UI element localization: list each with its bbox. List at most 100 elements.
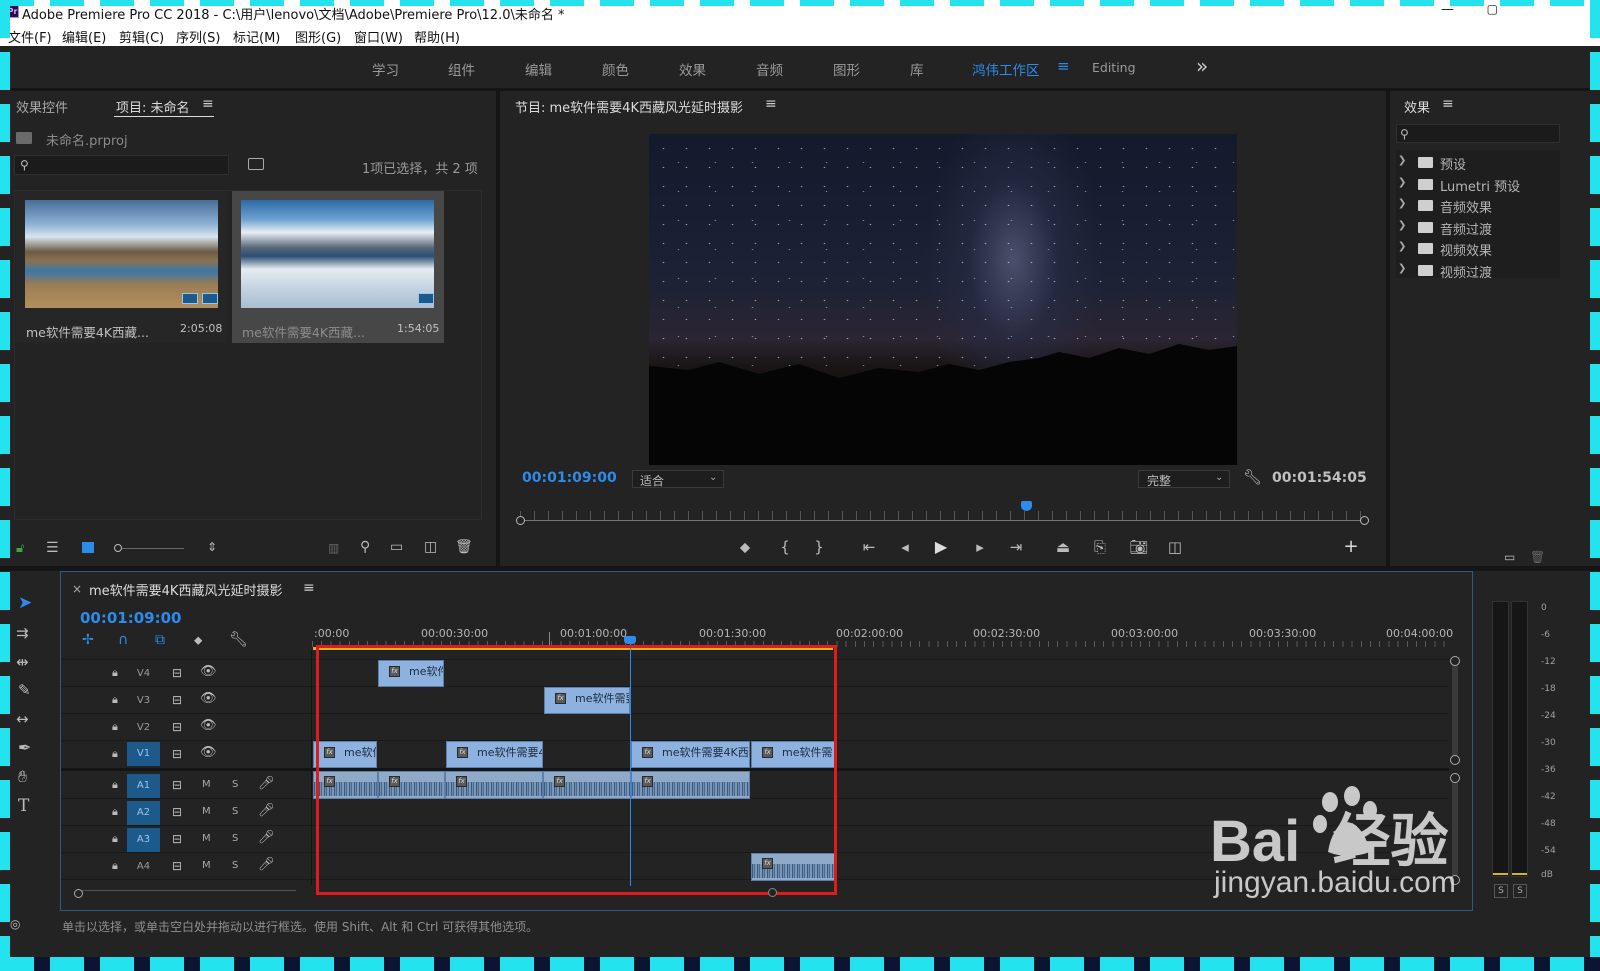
snap-magnet-icon[interactable]: ∩ <box>118 633 128 647</box>
sync-lock-icon[interactable]: ⊟ <box>172 778 182 792</box>
workspace-libraries[interactable]: 库 <box>910 59 924 79</box>
new-item-icon[interactable]: ◫ <box>424 540 437 554</box>
find-icon[interactable]: ⚲ <box>360 540 370 554</box>
scrubber-end-handle[interactable] <box>1360 516 1369 525</box>
zoom-slider[interactable] <box>122 548 184 549</box>
track-v1[interactable]: V1 <box>127 742 160 766</box>
icon-view-icon[interactable] <box>82 542 94 553</box>
linked-selection-icon[interactable]: ⧉ <box>155 633 165 647</box>
go-to-in-icon[interactable]: ⇤ <box>858 536 880 558</box>
nest-icon[interactable]: ✢ <box>82 633 94 647</box>
menu-help[interactable]: 帮助(H) <box>414 27 460 46</box>
project-search-input[interactable] <box>14 155 229 175</box>
button-editor-plus-icon[interactable]: + <box>1340 536 1362 558</box>
microphone-icon[interactable]: 🎤︎ <box>258 777 275 791</box>
tab-project[interactable]: 项目: 未命名 <box>116 97 190 116</box>
type-tool-icon[interactable]: T <box>18 798 29 815</box>
scroll-handle[interactable] <box>1450 755 1460 765</box>
lock-track-icon[interactable]: 🔒︎ <box>112 832 118 846</box>
video-vertical-scrollbar[interactable] <box>1452 660 1458 760</box>
track-a1[interactable]: A1 <box>127 774 160 798</box>
sync-lock-icon[interactable]: ⊟ <box>172 805 182 819</box>
track-v2[interactable]: V2 <box>127 716 160 740</box>
program-video-frame[interactable] <box>649 134 1237 465</box>
menu-file[interactable]: 文件(F) <box>8 27 52 46</box>
sync-lock-icon[interactable]: ⊟ <box>172 747 182 761</box>
sync-lock-icon[interactable]: ⊟ <box>172 720 182 734</box>
solo-button[interactable]: S <box>232 779 238 790</box>
microphone-icon[interactable]: 🎤︎ <box>258 831 275 845</box>
scroll-handle[interactable] <box>1450 773 1460 783</box>
solo-button[interactable]: S <box>232 860 238 871</box>
program-monitor-title[interactable]: 节目: me软件需要4K西藏风光延时摄影 <box>515 97 743 116</box>
workspace-audio[interactable]: 音频 <box>756 59 783 79</box>
lock-track-icon[interactable]: 🔒︎ <box>112 666 118 680</box>
sync-lock-icon[interactable]: ⊟ <box>172 859 182 873</box>
effects-menu-icon[interactable]: ≡ <box>1442 96 1454 112</box>
track-a4[interactable]: A4 <box>127 855 160 879</box>
timeline-playhead-handle[interactable] <box>624 636 636 644</box>
fit-dropdown[interactable]: 适合 ⌄ <box>632 470 724 488</box>
lock-track-icon[interactable]: 🔒︎ <box>112 859 118 873</box>
solo-button[interactable]: S <box>232 833 238 844</box>
eye-icon[interactable]: 👁︎ <box>200 746 217 760</box>
scroll-handle[interactable] <box>1450 656 1460 666</box>
workspace-custom-menu-icon[interactable]: ≡ <box>1057 57 1070 75</box>
mark-in-icon[interactable]: { <box>774 536 796 558</box>
menu-edit[interactable]: 编辑(E) <box>62 27 106 46</box>
track-v4[interactable]: V4 <box>127 662 160 686</box>
sync-lock-icon[interactable]: ⊟ <box>172 832 182 846</box>
menu-graphics[interactable]: 图形(G) <box>295 27 341 46</box>
play-icon[interactable]: ▶ <box>930 536 952 558</box>
eye-icon[interactable]: 👁︎ <box>200 665 217 679</box>
menu-marker[interactable]: 标记(M) <box>233 27 280 46</box>
trash-icon[interactable]: 🗑︎ <box>455 540 473 554</box>
horizontal-scrollbar[interactable] <box>76 890 296 891</box>
new-bin-icon[interactable]: ▭ <box>390 540 403 554</box>
menu-clip[interactable]: 剪辑(C) <box>119 27 164 46</box>
step-back-icon[interactable]: ◂ <box>894 536 916 558</box>
menu-window[interactable]: 窗口(W) <box>354 27 403 46</box>
timeline-timecode[interactable]: 00:01:09:00 <box>80 609 182 627</box>
effects-panel-title[interactable]: 效果 <box>1404 97 1430 116</box>
new-bin-icon[interactable]: ▭ <box>1504 550 1515 564</box>
track-a3[interactable]: A3 <box>127 828 160 852</box>
wrench-icon[interactable]: 🔧︎ <box>1243 470 1262 485</box>
sequence-tab[interactable]: me软件需要4K西藏风光延时摄影 <box>89 580 282 599</box>
step-forward-icon[interactable]: ▸ <box>969 536 991 558</box>
tab-effect-controls[interactable]: 效果控件 <box>16 97 68 116</box>
bin-search-icon[interactable] <box>248 158 264 170</box>
go-to-out-icon[interactable]: ⇥ <box>1005 536 1027 558</box>
scroll-handle-right[interactable] <box>768 888 777 897</box>
export-frame-icon[interactable]: 📷︎ <box>1128 536 1150 558</box>
extract-icon[interactable]: ⎘ <box>1089 536 1111 558</box>
automate-icon[interactable]: ▥ <box>328 541 339 555</box>
timeline-menu-icon[interactable]: ≡ <box>303 580 315 596</box>
project-item[interactable]: me软件需要4K西藏... 2:05:08 <box>16 191 227 343</box>
lock-track-icon[interactable]: 🔒︎ <box>112 693 118 707</box>
quality-dropdown[interactable]: 完整 ⌄ <box>1138 470 1230 488</box>
project-menu-icon[interactable]: ≡ <box>202 96 214 112</box>
workspace-assembly[interactable]: 组件 <box>448 59 475 79</box>
workspace-custom[interactable]: 鸿伟工作区 <box>972 59 1040 79</box>
microphone-icon[interactable]: 🎤︎ <box>258 804 275 818</box>
lock-track-icon[interactable]: 🔒︎ <box>112 805 118 819</box>
sync-lock-icon[interactable]: ⊟ <box>172 666 182 680</box>
eye-icon[interactable]: 👁︎ <box>200 719 217 733</box>
lock-track-icon[interactable]: 🔒︎ <box>112 747 118 761</box>
more-workspaces-icon[interactable]: » <box>1196 54 1208 78</box>
workspace-editing[interactable]: 编辑 <box>525 59 552 79</box>
track-a2[interactable]: A2 <box>127 801 160 825</box>
add-marker-icon[interactable]: ⬥ <box>734 536 756 558</box>
solo-button[interactable]: S <box>232 806 238 817</box>
lock-icon[interactable]: 🔓︎ <box>16 542 24 556</box>
current-timecode[interactable]: 00:01:09:00 <box>522 470 617 486</box>
effects-search-input[interactable] <box>1396 124 1560 143</box>
trash-icon[interactable]: 🗑︎ <box>1530 550 1545 564</box>
microphone-icon[interactable]: 🎤︎ <box>258 858 275 872</box>
selection-tool-icon[interactable]: ➤ <box>18 595 32 612</box>
track-select-tool-icon[interactable]: ⇉ <box>16 626 29 641</box>
mute-button[interactable]: M <box>202 806 211 817</box>
monitor-scrubber[interactable] <box>520 520 1366 521</box>
eye-icon[interactable]: 👁︎ <box>200 692 217 706</box>
